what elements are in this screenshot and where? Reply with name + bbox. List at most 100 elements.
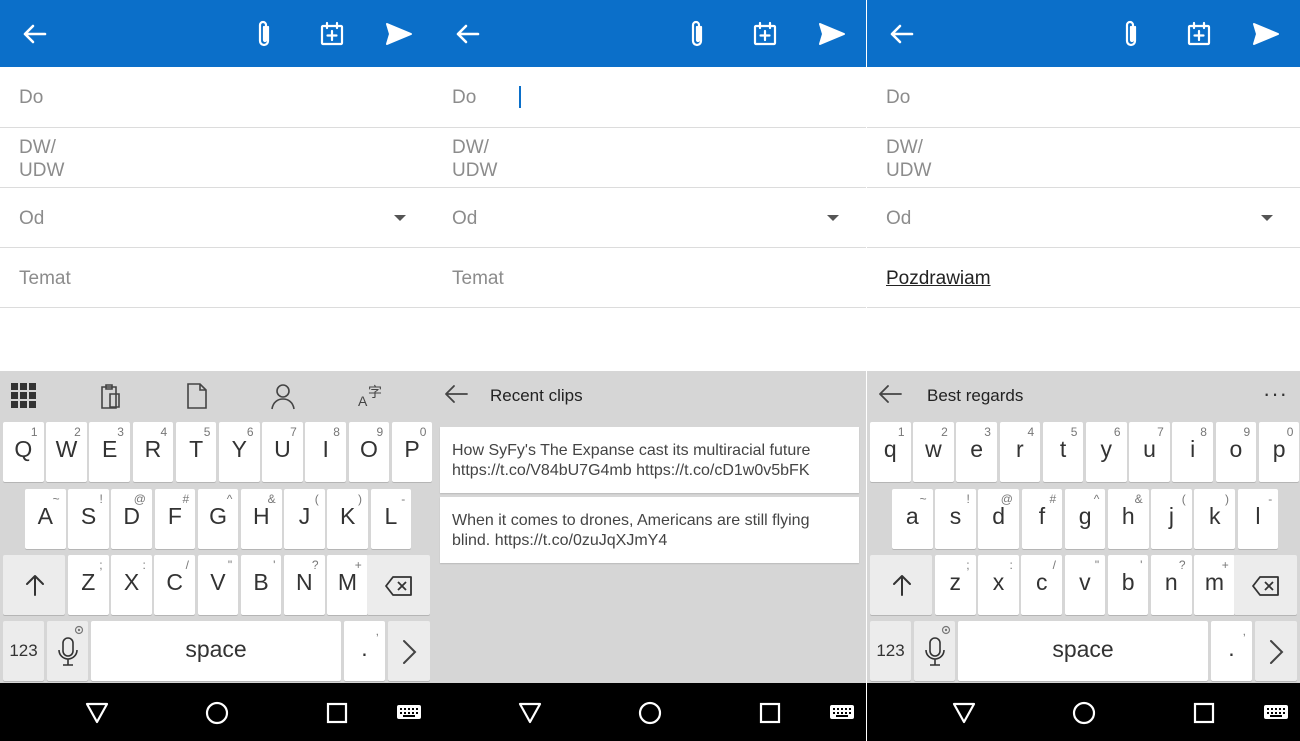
document-icon[interactable] [182, 381, 212, 411]
backspace-key[interactable] [367, 555, 430, 615]
back-arrow-icon[interactable] [449, 16, 485, 52]
cc-bcc-field[interactable]: DW/UDW [867, 128, 1300, 188]
key-upper-row2-5[interactable]: & H [241, 489, 282, 549]
key-lower-row2-7[interactable]: ) k [1194, 489, 1235, 549]
key-lower-row1-0[interactable]: 1q [870, 422, 911, 482]
back-arrow-icon[interactable] [16, 16, 52, 52]
key-lower-row2-2[interactable]: @ d [978, 489, 1019, 549]
chevron-down-icon[interactable] [1261, 215, 1273, 221]
key-upper-row2-2[interactable]: @ D [111, 489, 152, 549]
key-upper-row1-0[interactable]: 1Q [3, 422, 44, 482]
key-upper-row1-7[interactable]: 8I [305, 422, 346, 482]
calendar-add-icon[interactable] [1181, 16, 1217, 52]
enter-key[interactable] [388, 621, 430, 681]
nav-home-icon[interactable] [637, 700, 663, 726]
from-field[interactable]: Od [867, 188, 1300, 248]
nav-recents-icon[interactable] [757, 700, 783, 726]
key-lower-row2-1[interactable]: ! s [935, 489, 976, 549]
key-lower-row3-6[interactable]: + m [1194, 555, 1235, 615]
key-lower-row3-3[interactable]: " v [1064, 555, 1106, 615]
key-lower-row1-9[interactable]: 0p [1258, 422, 1300, 482]
key-upper-row3-1[interactable]: :X [111, 555, 152, 615]
key-upper-row3-3[interactable]: " V [197, 555, 239, 615]
key-lower-row1-5[interactable]: 6y [1086, 422, 1127, 482]
chevron-down-icon[interactable] [827, 215, 839, 221]
key-upper-row1-9[interactable]: 0P [391, 422, 433, 482]
send-icon[interactable] [1248, 16, 1284, 52]
nav-keyboard-icon[interactable] [396, 700, 422, 726]
nav-recents-icon[interactable] [1191, 700, 1217, 726]
to-field[interactable]: Do [867, 67, 1300, 128]
key-lower-row3-2[interactable]: / c [1021, 555, 1062, 615]
backspace-key[interactable] [1234, 555, 1297, 615]
key-lower-row2-4[interactable]: ^ g [1064, 489, 1106, 549]
key-lower-row1-2[interactable]: 3e [956, 422, 997, 482]
clip-item[interactable]: How SyFy's The Expanse cast its multirac… [440, 427, 859, 493]
key-lower-row1-1[interactable]: 2w [913, 422, 954, 482]
clip-item[interactable]: When it comes to drones, Americans are s… [440, 497, 859, 563]
subject-field[interactable]: Temat [0, 248, 433, 308]
key-upper-row3-2[interactable]: / C [154, 555, 195, 615]
period-key[interactable]: ,. [344, 621, 385, 681]
key-upper-row2-4[interactable]: ^ G [197, 489, 239, 549]
key-upper-row2-6[interactable]: (J [284, 489, 325, 549]
key-lower-row1-4[interactable]: 5t [1042, 422, 1084, 482]
key-lower-row2-0[interactable]: ~ a [892, 489, 933, 549]
suggestion-title[interactable]: Best regards [927, 386, 1023, 406]
key-lower-row1-6[interactable]: 7u [1129, 422, 1170, 482]
subject-field[interactable]: Temat [433, 248, 866, 308]
calendar-add-icon[interactable] [747, 16, 783, 52]
key-lower-row3-4[interactable]: ' b [1107, 555, 1149, 615]
key-upper-row2-3[interactable]: # F [154, 489, 196, 549]
numbers-key[interactable]: 123 [3, 621, 44, 681]
key-upper-row1-4[interactable]: 5T [175, 422, 217, 482]
nav-keyboard-icon[interactable] [829, 700, 855, 726]
key-lower-row2-5[interactable]: & h [1108, 489, 1149, 549]
cc-bcc-field[interactable]: DW/UDW [433, 128, 866, 188]
shift-key[interactable] [3, 555, 65, 615]
key-lower-row2-6[interactable]: (j [1151, 489, 1192, 549]
paperclip-icon[interactable] [1113, 16, 1149, 52]
send-icon[interactable] [381, 16, 417, 52]
back-arrow-icon[interactable] [877, 383, 903, 410]
translate-icon[interactable]: A字 [355, 381, 385, 411]
key-upper-row3-0[interactable]: ; Z [68, 555, 109, 615]
apps-grid-icon[interactable] [9, 381, 39, 411]
key-upper-row3-4[interactable]: ' B [240, 555, 282, 615]
space-key[interactable]: space [91, 621, 341, 681]
key-upper-row2-7[interactable]: ) K [327, 489, 368, 549]
key-upper-row1-3[interactable]: 4R [132, 422, 174, 482]
key-lower-row1-7[interactable]: 8i [1172, 422, 1213, 482]
to-field[interactable]: Do [433, 67, 866, 128]
more-options-icon[interactable]: ··· [1263, 381, 1288, 407]
cc-bcc-field[interactable]: DW/UDW [0, 128, 433, 188]
microphone-key[interactable] [47, 621, 88, 681]
key-upper-row1-6[interactable]: 7U [262, 422, 303, 482]
key-lower-row3-5[interactable]: ? n [1151, 555, 1192, 615]
to-field[interactable]: Do [0, 67, 433, 128]
period-key[interactable]: ,. [1211, 621, 1252, 681]
key-lower-row3-1[interactable]: :x [978, 555, 1019, 615]
key-lower-row3-0[interactable]: ; z [935, 555, 976, 615]
from-field[interactable]: Od [0, 188, 433, 248]
nav-back-icon[interactable] [517, 700, 543, 726]
shift-key[interactable] [870, 555, 932, 615]
key-upper-row1-8[interactable]: 9O [348, 422, 390, 482]
key-upper-row1-2[interactable]: 3E [89, 422, 130, 482]
contact-person-icon[interactable] [268, 381, 298, 411]
send-icon[interactable] [814, 16, 850, 52]
clipboard-icon[interactable] [95, 381, 125, 411]
back-arrow-icon[interactable] [883, 16, 919, 52]
key-lower-row2-8[interactable]: -l [1237, 489, 1279, 549]
calendar-add-icon[interactable] [314, 16, 350, 52]
paperclip-icon[interactable] [246, 16, 282, 52]
key-upper-row2-1[interactable]: ! S [68, 489, 109, 549]
nav-back-icon[interactable] [951, 700, 977, 726]
nav-back-icon[interactable] [84, 700, 110, 726]
numbers-key[interactable]: 123 [870, 621, 911, 681]
nav-home-icon[interactable] [1071, 700, 1097, 726]
paperclip-icon[interactable] [679, 16, 715, 52]
nav-keyboard-icon[interactable] [1263, 700, 1289, 726]
nav-home-icon[interactable] [204, 700, 230, 726]
subject-field[interactable]: Pozdrawiam [867, 248, 1300, 308]
